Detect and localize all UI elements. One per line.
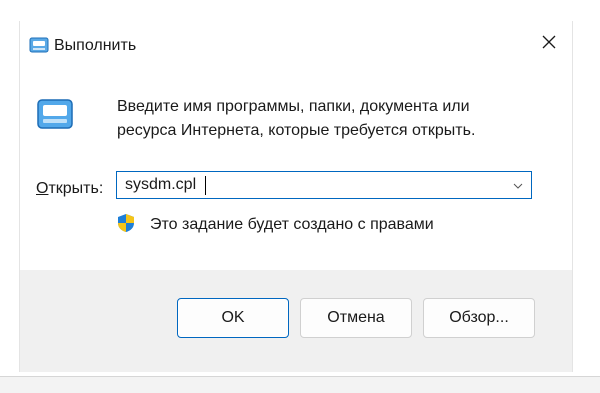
open-combobox[interactable]	[116, 171, 532, 199]
button-bar: OK Отмена Обзор...	[20, 270, 572, 372]
ok-button[interactable]: OK	[177, 298, 289, 338]
title-bar: Выполнить	[20, 21, 572, 67]
run-icon	[29, 37, 49, 53]
dropdown-button[interactable]	[505, 172, 531, 198]
cancel-button[interactable]: Отмена	[300, 298, 412, 338]
run-large-icon	[37, 99, 73, 129]
run-dialog: Выполнить Введите имя программы, папки, …	[19, 21, 573, 372]
text-caret	[205, 176, 206, 195]
close-icon	[542, 35, 556, 54]
screen: Выполнить Введите имя программы, папки, …	[0, 0, 600, 393]
close-button[interactable]	[526, 21, 572, 67]
open-input[interactable]	[117, 172, 497, 198]
window-title: Выполнить	[54, 37, 137, 54]
admin-notice: Это задание будет создано с правами	[150, 216, 434, 233]
chevron-down-icon	[513, 176, 523, 194]
taskbar-strip	[0, 376, 600, 393]
description: Введите имя программы, папки, документа …	[117, 95, 547, 143]
uac-shield-icon	[117, 213, 135, 233]
description-line: Введите имя программы, папки, документа …	[117, 98, 470, 115]
browse-button[interactable]: Обзор...	[423, 298, 535, 338]
description-line: ресурса Интернета, которые требуется отк…	[117, 122, 476, 139]
open-label-access-key: О	[36, 180, 49, 197]
open-label-text: ткрыть:	[48, 180, 104, 197]
open-label: Открыть:	[36, 179, 103, 199]
